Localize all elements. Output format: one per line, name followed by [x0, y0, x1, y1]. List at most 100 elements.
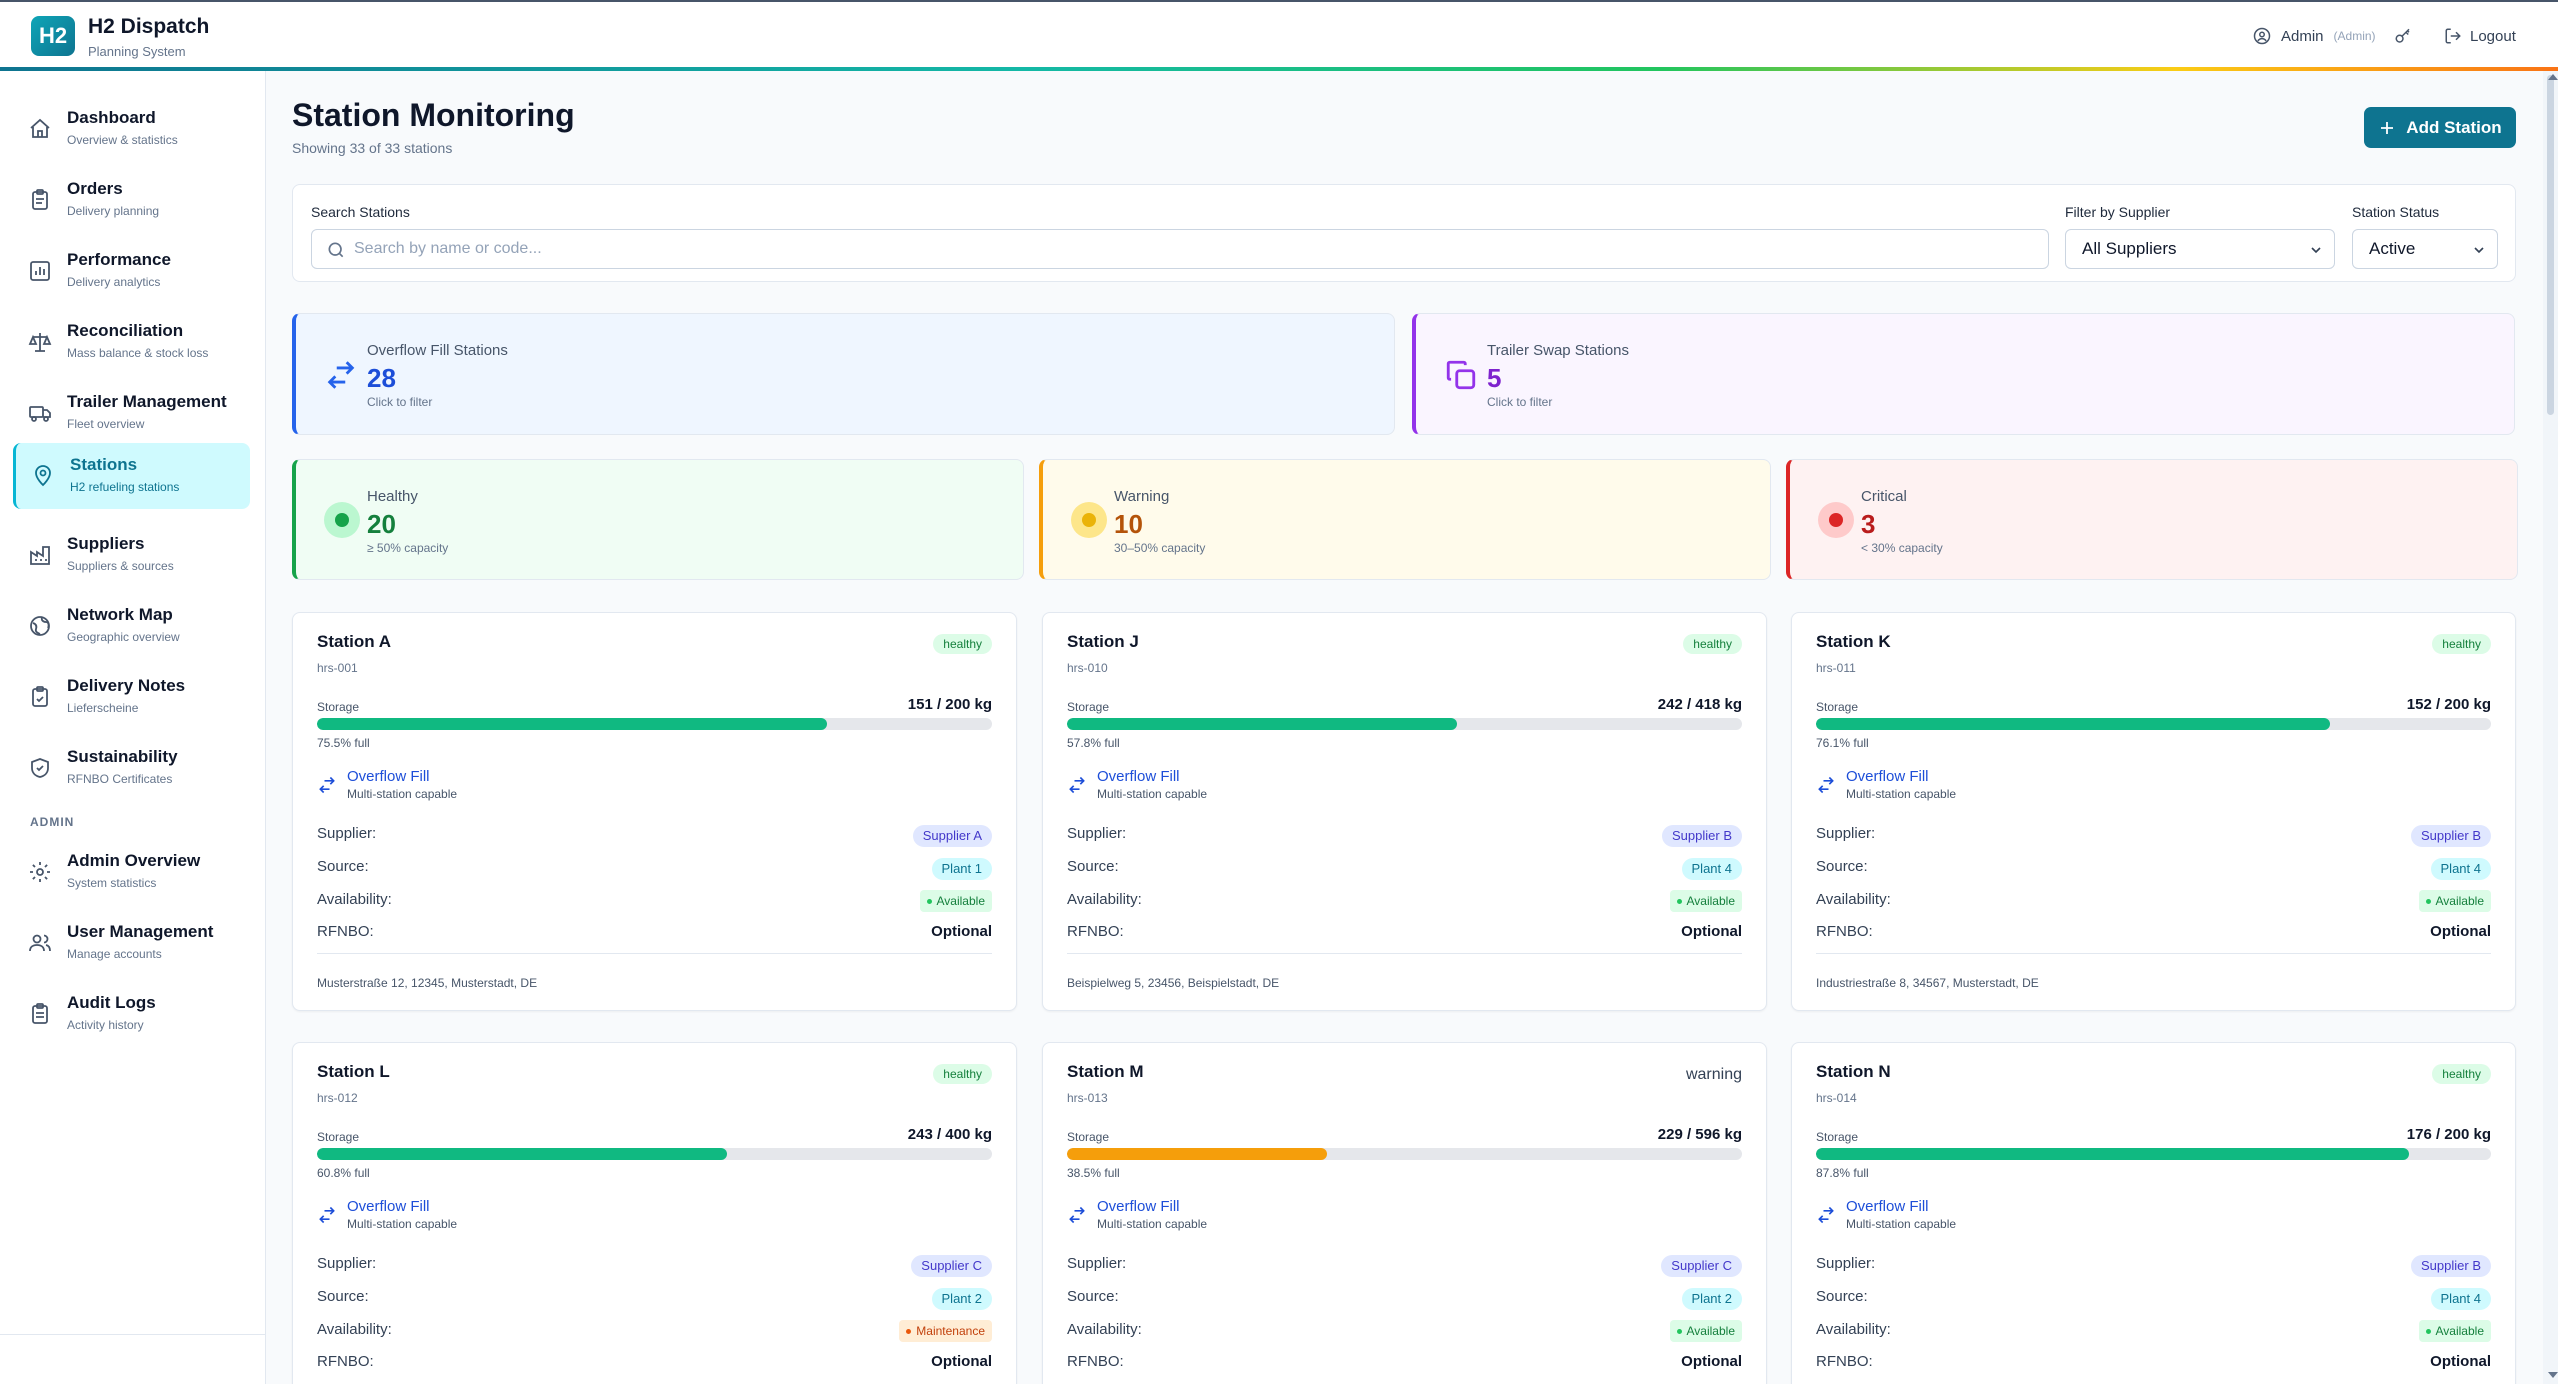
globe-icon	[30, 616, 50, 636]
scroll-down-arrow-icon[interactable]	[2548, 1372, 2558, 1378]
sidebar-item-label: Audit Logs	[67, 993, 156, 1012]
scale-icon	[28, 333, 52, 352]
status-badge: healthy	[933, 634, 992, 654]
sidebar-item-sustainability[interactable]: Sustainability RFNBO Certificates	[13, 735, 250, 801]
storage-label: Storage	[317, 700, 360, 714]
sidebar-item-desc: Delivery analytics	[67, 275, 161, 289]
availability-label: Availability:	[1816, 891, 1891, 908]
sidebar-item-admin-overview[interactable]: Admin Overview System statistics	[13, 839, 250, 905]
sidebar-item-desc: Overview & statistics	[67, 133, 178, 147]
swap-arrows-icon	[319, 776, 335, 794]
overflow-fill-desc: Multi-station capable	[1097, 1217, 1208, 1231]
overflow-fill-desc: Multi-station capable	[1846, 787, 1957, 801]
sidebar-item-desc: System statistics	[67, 876, 157, 890]
station-card[interactable]: Station K hrs-011 healthy Storage 152 / …	[1791, 612, 2516, 1011]
supplier-tag: Supplier B	[1662, 825, 1742, 847]
supplier-tag: Supplier C	[1661, 1255, 1742, 1277]
station-address: Industriestraße 8, 34567, Musterstadt, D…	[1816, 976, 2039, 990]
status-select[interactable]: Active	[2352, 229, 2498, 269]
sidebar-item-dashboard[interactable]: Dashboard Overview & statistics	[13, 96, 250, 162]
overflow-fill-link[interactable]: Overflow Fill	[1097, 768, 1180, 785]
source-label: Source:	[1816, 858, 1868, 875]
sidebar-item-user-management[interactable]: User Management Manage accounts	[13, 910, 250, 976]
station-card[interactable]: Station M hrs-013 warning Storage 229 / …	[1042, 1042, 1767, 1384]
critical-dot-icon	[1818, 502, 1854, 538]
search-icon	[328, 242, 344, 258]
sidebar-item-suppliers[interactable]: Suppliers Suppliers & sources	[13, 522, 250, 588]
logout-button[interactable]: Logout	[2444, 24, 2516, 48]
overflow-fill-link[interactable]: Overflow Fill	[347, 768, 430, 785]
supplier-select[interactable]: All Suppliers	[2065, 229, 2335, 269]
sidebar-item-network-map[interactable]: Network Map Geographic overview	[13, 593, 250, 659]
sidebar-item-label: Performance	[67, 250, 171, 269]
filter-panel: Search Stations Filter by Supplier All S…	[292, 184, 2516, 282]
storage-percent: 60.8% full	[317, 1166, 370, 1180]
add-station-label: Add Station	[2406, 117, 2502, 137]
sidebar-item-reconciliation[interactable]: Reconciliation Mass balance & stock loss	[13, 309, 250, 375]
supplier-tag: Supplier B	[2411, 825, 2491, 847]
sidebar-item-orders[interactable]: Orders Delivery planning	[13, 167, 250, 233]
search-input[interactable]	[354, 230, 2034, 268]
search-field[interactable]	[311, 229, 2049, 269]
overflow-fill-link[interactable]: Overflow Fill	[1097, 1198, 1180, 1215]
overflow-fill-link[interactable]: Overflow Fill	[1846, 1198, 1929, 1215]
scrollbar-thumb[interactable]	[2547, 75, 2554, 415]
source-label: Source:	[1067, 858, 1119, 875]
sidebar-item-label: Reconciliation	[67, 321, 184, 340]
page-scrollbar[interactable]	[2543, 71, 2558, 1384]
document-check-icon	[32, 686, 48, 707]
station-card[interactable]: Station N hrs-014 healthy Storage 176 / …	[1791, 1042, 2516, 1384]
user-menu[interactable]: Admin (Admin)	[2253, 24, 2412, 48]
trailer-swap-stat-card[interactable]: Trailer Swap Stations 5 Click to filter	[1412, 313, 2515, 435]
overflow-fill-stat-card[interactable]: Overflow Fill Stations 28 Click to filte…	[292, 313, 1395, 435]
app-logo[interactable]: H2	[31, 16, 75, 56]
scroll-up-arrow-icon[interactable]	[2548, 74, 2558, 80]
availability-value: Available	[1686, 1324, 1735, 1338]
storage-progress-bar	[1067, 1148, 1742, 1160]
sidebar-item-stations[interactable]: Stations H2 refueling stations	[13, 443, 250, 509]
critical-stat-card[interactable]: Critical 3 < 30% capacity	[1786, 459, 2518, 580]
users-icon	[29, 934, 51, 952]
supplier-label: Supplier:	[1816, 1255, 1876, 1272]
availability-dot-icon	[2425, 1329, 2431, 1335]
storage-percent: 75.5% full	[317, 736, 370, 750]
overflow-fill-link[interactable]: Overflow Fill	[1846, 768, 1929, 785]
overflow-fill-link[interactable]: Overflow Fill	[347, 1198, 430, 1215]
rfnbo-value: Optional	[1681, 923, 1742, 940]
station-card[interactable]: Station A hrs-001 healthy Storage 151 / …	[292, 612, 1017, 1011]
station-code: hrs-010	[1067, 661, 1108, 675]
sidebar-item-label: User Management	[67, 922, 214, 941]
availability-dot-icon	[906, 1329, 912, 1335]
clipboard-icon	[32, 189, 48, 210]
source-tag: Plant 4	[2430, 858, 2491, 880]
key-icon[interactable]	[2394, 27, 2412, 45]
supplier-label: Supplier:	[317, 825, 377, 842]
availability-dot-icon	[1676, 899, 1682, 905]
add-station-button[interactable]: Add Station	[2364, 107, 2516, 148]
availability-label: Availability:	[1067, 1321, 1142, 1338]
swap-arrows-icon	[1069, 1206, 1085, 1224]
stat-label: Overflow Fill Stations	[367, 342, 508, 359]
rfnbo-value: Optional	[931, 923, 992, 940]
station-card[interactable]: Station L hrs-012 healthy Storage 243 / …	[292, 1042, 1017, 1384]
storage-label: Storage	[1816, 1130, 1859, 1144]
station-code: hrs-011	[1816, 661, 1856, 675]
station-card[interactable]: Station J hrs-010 healthy Storage 242 / …	[1042, 612, 1767, 1011]
sidebar-item-trailer-management[interactable]: Trailer Management Fleet overview	[13, 380, 250, 446]
rfnbo-label: RFNBO:	[1067, 1353, 1124, 1370]
sidebar-item-performance[interactable]: Performance Delivery analytics	[13, 238, 250, 304]
rfnbo-label: RFNBO:	[317, 1353, 374, 1370]
sidebar-item-label: Admin Overview	[67, 851, 201, 870]
sidebar-item-delivery-notes[interactable]: Delivery Notes Lieferscheine	[13, 664, 250, 730]
sidebar-item-audit-logs[interactable]: Audit Logs Activity history	[13, 981, 250, 1047]
stat-hint: 30–50% capacity	[1114, 541, 1206, 555]
stat-value: 10	[1114, 509, 1143, 539]
storage-label: Storage	[1067, 1130, 1110, 1144]
warning-stat-card[interactable]: Warning 10 30–50% capacity	[1039, 459, 1771, 580]
sidebar-item-label: Delivery Notes	[67, 676, 186, 695]
app-header: H2 H2 Dispatch Planning System Admin (Ad…	[0, 0, 2558, 70]
card-divider	[317, 953, 992, 954]
header-accent-line	[0, 67, 2558, 71]
stat-value: 28	[367, 363, 396, 393]
healthy-stat-card[interactable]: Healthy 20 ≥ 50% capacity	[292, 459, 1024, 580]
